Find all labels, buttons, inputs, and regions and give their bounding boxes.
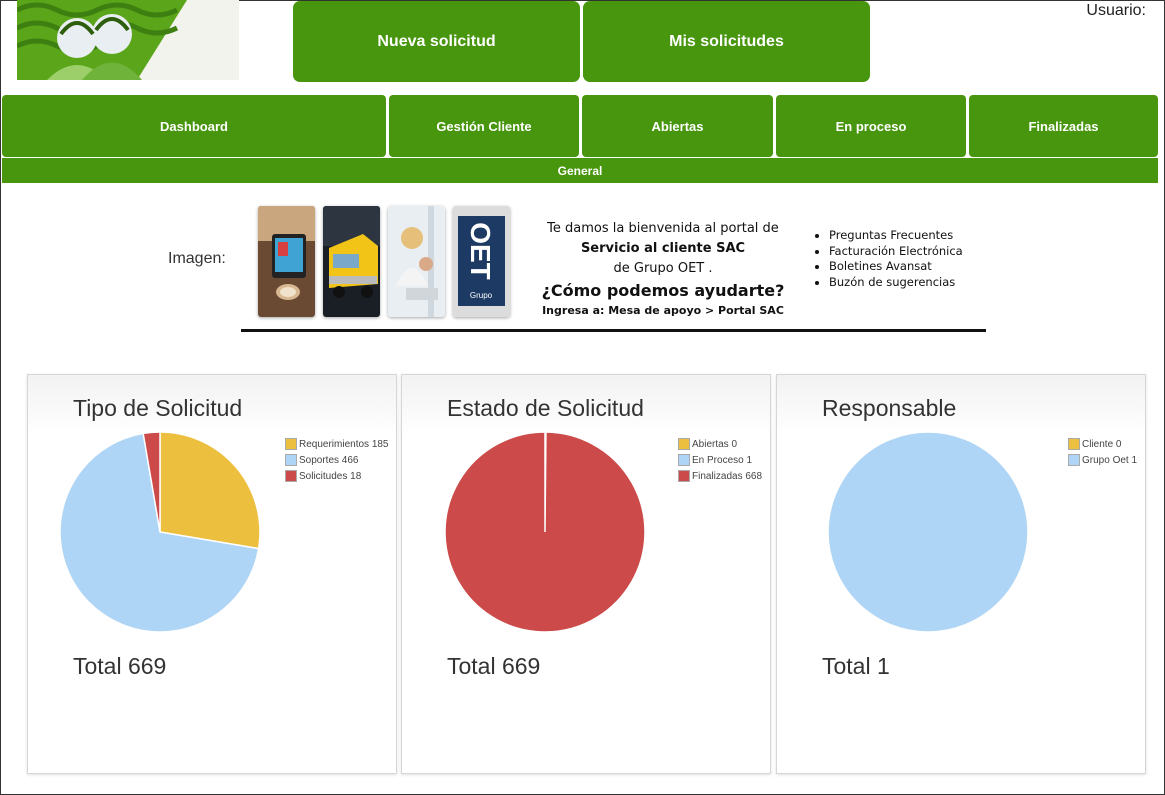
pie-chart-estado-solicitud [444,431,646,633]
legend-label: Cliente 0 [1082,438,1122,450]
main-nav: Dashboard Gestión Cliente Abiertas En pr… [2,95,1158,157]
pie-slice-grupo-oet[interactable] [827,431,1029,633]
legend-swatch [285,454,297,466]
welcome-line-3: de Grupo OET . [613,261,713,276]
chart-total: Total 669 [73,653,167,679]
legend-label: Soportes 466 [299,454,359,466]
chart-legend: Cliente 0 Grupo Oet 1 [1068,436,1137,468]
legend-label: En Proceso 1 [692,454,753,466]
legend-label: Solicitudes 18 [299,470,362,482]
svg-text:OET: OET [465,222,496,280]
legend-swatch [678,438,690,450]
my-requests-button[interactable]: Mis solicitudes [583,1,870,82]
legend-swatch [285,470,297,482]
link-preguntas-frecuentes[interactable]: Preguntas Frecuentes [829,228,963,244]
banner-oet-logo: OET Grupo [453,206,510,317]
welcome-question: ¿Cómo podemos ayudarte? [541,281,785,300]
legend-swatch [678,454,690,466]
legend-swatch [1068,454,1080,466]
welcome-path: Ingresa a: Mesa de apoyo > Portal SAC [542,304,784,317]
banner-photo-truck [323,206,380,317]
pie-chart-responsable [827,431,1029,633]
banner-photo-office [388,206,445,317]
nav-abiertas[interactable]: Abiertas [582,95,773,157]
legend-entry[interactable]: Abiertas 0 [678,436,762,452]
svg-text:Grupo: Grupo [470,291,493,300]
chart-title: Responsable [822,395,957,421]
legend-entry[interactable]: Grupo Oet 1 [1068,452,1137,468]
banner-photo-tablet [258,206,315,317]
nav-en-proceso[interactable]: En proceso [776,95,966,157]
legend-label: Finalizadas 668 [692,470,763,482]
user-label: Usuario: [1086,2,1146,19]
chart-card-estado-solicitud: Estado de Solicitud Abiertas 0 En Proceso… [401,374,771,774]
chart-card-responsable: Responsable Cliente 0 Grupo Oet 1 Total 1 [776,374,1146,774]
pie-slice-finalizadas[interactable] [444,431,646,633]
legend-entry[interactable]: Requerimientos 185 [285,436,389,452]
nav-finalizadas[interactable]: Finalizadas [969,95,1158,157]
legend-label: Grupo Oet 1 [1082,454,1138,466]
chart-total: Total 1 [822,653,890,679]
link-buzon-sugerencias[interactable]: Buzón de sugerencias [829,275,963,291]
chart-legend: Abiertas 0 En Proceso 1 Finalizadas 668 [678,436,762,484]
legend-entry[interactable]: Cliente 0 [1068,436,1137,452]
company-logo[interactable] [17,0,239,80]
chart-title: Tipo de Solicitud [73,395,243,421]
pie-slice-requerimientos[interactable] [159,431,261,550]
help-links-list: Preguntas Frecuentes Facturación Electró… [812,228,963,291]
banner-divider [241,329,986,332]
legend-entry[interactable]: Solicitudes 18 [285,468,389,484]
legend-swatch [678,470,690,482]
welcome-line-2: Servicio al cliente SAC [580,241,746,256]
welcome-line-1: Te damos la bienvenida al portal de [547,221,779,236]
link-boletines-avansat[interactable]: Boletines Avansat [829,259,963,275]
welcome-message: Te damos la bienvenida al portal de Serv… [533,219,793,319]
legend-entry[interactable]: En Proceso 1 [678,452,762,468]
legend-entry[interactable]: Soportes 466 [285,452,389,468]
chart-title: Estado de Solicitud [447,395,644,421]
chart-card-tipo-solicitud: Tipo de Solicitud Requerimientos 185 Sopo… [27,374,397,774]
chart-total: Total 669 [447,653,541,679]
image-label: Imagen: [168,250,226,267]
nav-general[interactable]: General [2,158,1158,183]
legend-label: Abiertas 0 [692,438,738,450]
pie-chart-tipo-solicitud [59,431,261,633]
nav-dashboard[interactable]: Dashboard [2,95,386,157]
legend-swatch [285,438,297,450]
new-request-button[interactable]: Nueva solicitud [293,1,580,82]
nav-gestion-cliente[interactable]: Gestión Cliente [389,95,579,157]
chart-legend: Requerimientos 185 Soportes 466 Solicitude… [285,436,389,484]
legend-label: Requerimientos 185 [299,438,389,450]
link-facturacion-electronica[interactable]: Facturación Electrónica [829,244,963,260]
legend-swatch [1068,438,1080,450]
legend-entry[interactable]: Finalizadas 668 [678,468,762,484]
